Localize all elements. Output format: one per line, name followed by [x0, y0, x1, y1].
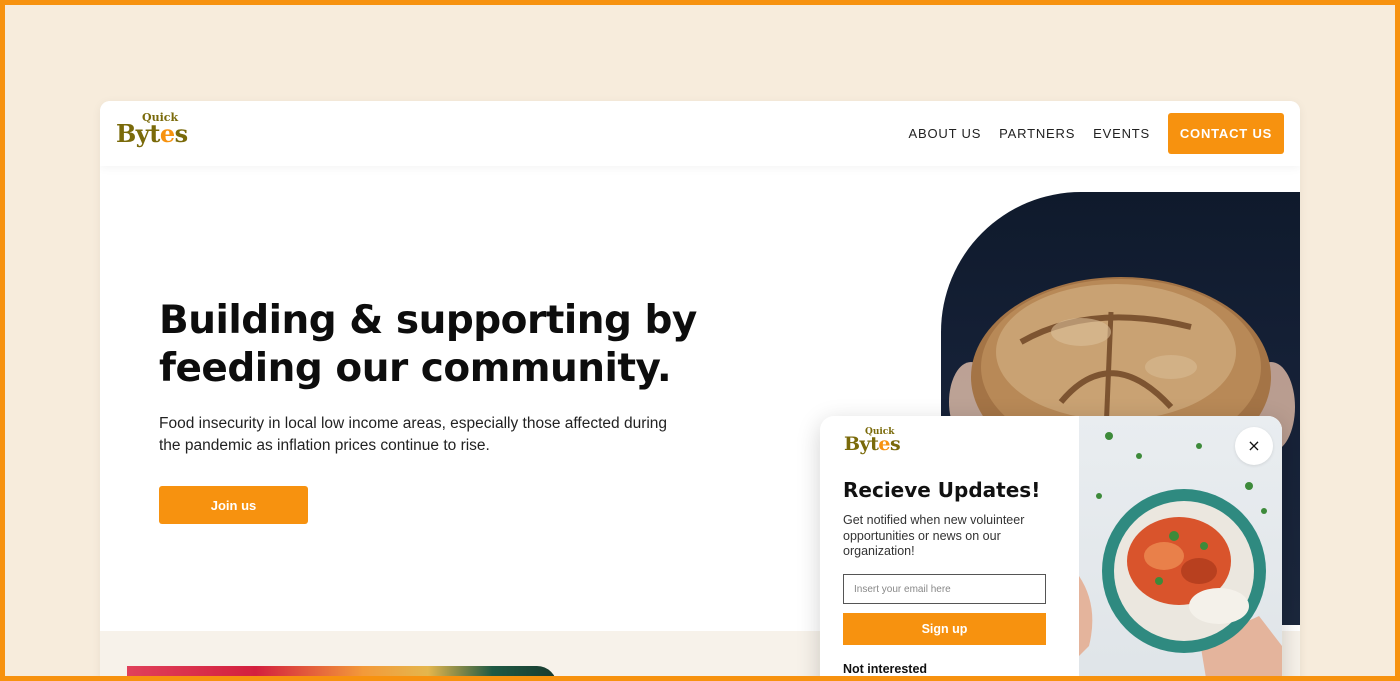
popup-logo: Quick Bytes [844, 427, 924, 459]
close-icon: × [1247, 436, 1261, 455]
close-popup-button[interactable]: × [1235, 427, 1273, 465]
nav-about-us[interactable]: ABOUT US [909, 126, 982, 141]
popup-title: Recieve Updates! [843, 478, 1041, 502]
hero-title-line2: feeding our community. [159, 346, 672, 391]
logo-bytes: Bytes [116, 119, 188, 148]
not-interested-link[interactable]: Not interested [843, 662, 927, 676]
nav-events[interactable]: EVENTS [1093, 126, 1150, 141]
hero-title: Building & supporting by feeding our com… [159, 297, 719, 393]
bottom-image-strip [127, 666, 557, 681]
hero-desc-line2: the pandemic as inflation prices continu… [159, 437, 490, 454]
popup-desc-line2: opportunities or news on our [843, 528, 1001, 543]
nav-menu: ABOUT US PARTNERS EVENTS CONTACT US [891, 113, 1284, 154]
popup-logo-bytes: Bytes [844, 433, 901, 455]
popup-desc-line1: Get notified when new voluinteer [843, 513, 1025, 527]
hero-title-line1: Building & supporting by [159, 298, 697, 343]
contact-us-button[interactable]: CONTACT US [1168, 113, 1284, 154]
logo[interactable]: Quick Bytes [116, 111, 216, 151]
popup-content: Quick Bytes Recieve Updates! Get notifie… [820, 416, 1079, 681]
sign-up-button[interactable]: Sign up [843, 613, 1046, 645]
join-us-button[interactable]: Join us [159, 486, 308, 524]
email-input[interactable] [843, 574, 1046, 604]
newsletter-popup: Quick Bytes Recieve Updates! Get notifie… [820, 416, 1282, 681]
nav-partners[interactable]: PARTNERS [999, 126, 1075, 141]
popup-desc-line3: organization! [843, 544, 915, 558]
hero-description: Food insecurity in local low income area… [159, 413, 719, 457]
navbar: Quick Bytes ABOUT US PARTNERS EVENTS CON… [100, 101, 1300, 166]
hero-desc-line1: Food insecurity in local low income area… [159, 415, 668, 432]
popup-description: Get notified when new voluinteer opportu… [843, 513, 1055, 560]
